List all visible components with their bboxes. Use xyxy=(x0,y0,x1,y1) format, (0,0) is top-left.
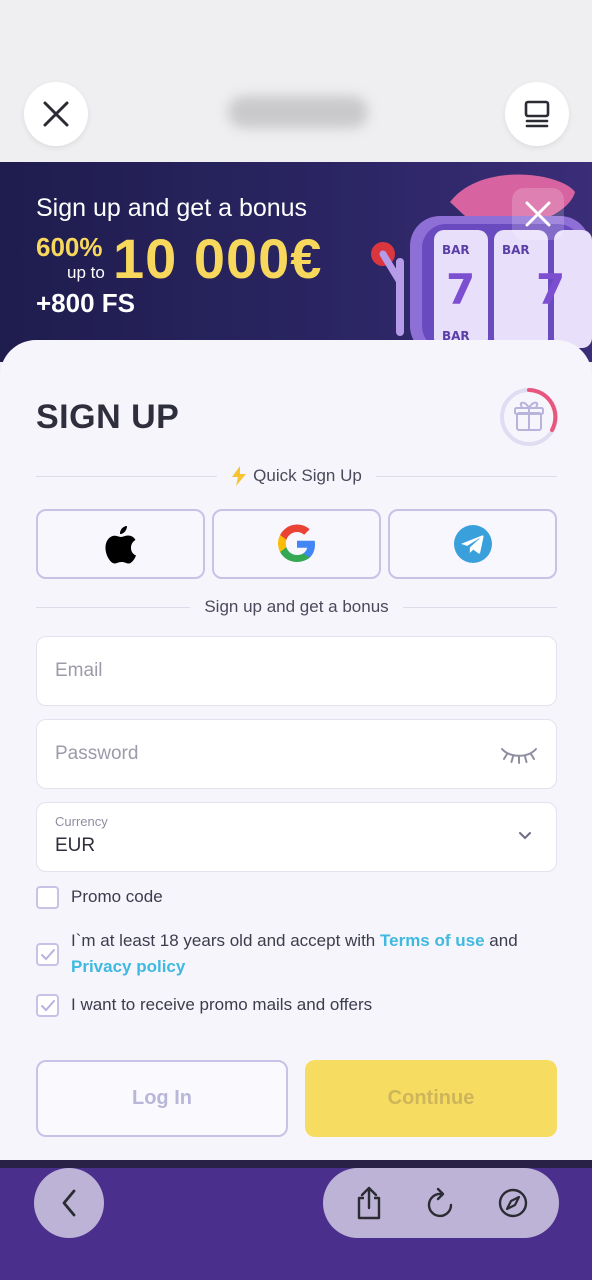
close-icon xyxy=(43,101,69,127)
terms-of-use-link[interactable]: Terms of use xyxy=(380,931,485,950)
toolbar-edge xyxy=(0,1160,592,1168)
divider-line xyxy=(36,475,218,477)
page-title: SIGN UP xyxy=(36,398,180,436)
checkmark-icon xyxy=(40,999,55,1011)
banner-title: Sign up and get a bonus xyxy=(36,194,308,222)
apple-login-button[interactable] xyxy=(36,509,205,579)
reload-icon xyxy=(427,1187,453,1218)
hidden-eye-icon[interactable] xyxy=(500,744,538,764)
bonus-divider-label: Sign up and get a bonus xyxy=(204,597,389,616)
social-login-row xyxy=(36,509,557,579)
telegram-login-button[interactable] xyxy=(388,509,557,579)
checkmark-icon xyxy=(40,948,55,960)
signup-card: SIGN UP Quick Sign Up Sign up and get a … xyxy=(0,340,592,1160)
svg-text:7: 7 xyxy=(536,265,565,314)
currency-value: EUR xyxy=(55,835,96,856)
back-button[interactable] xyxy=(34,1168,104,1238)
age-consent-text-1: I`m at least 18 years old and accept wit… xyxy=(71,931,380,950)
privacy-policy-link[interactable]: Privacy policy xyxy=(71,957,185,976)
age-consent-checkbox[interactable] xyxy=(36,943,59,966)
quick-signup-label-wrap: Quick Sign Up xyxy=(217,466,376,486)
bonus-divider: Sign up and get a bonus xyxy=(36,597,558,617)
close-icon xyxy=(525,201,551,227)
share-button[interactable] xyxy=(347,1181,391,1225)
tabs-icon xyxy=(524,100,550,128)
password-placeholder: Password xyxy=(55,743,139,764)
age-consent-and: and xyxy=(484,931,518,950)
free-spins: +800 FS xyxy=(36,288,136,318)
promo-mails-row: I want to receive promo mails and offers xyxy=(36,994,557,1018)
quick-signup-divider: Quick Sign Up xyxy=(36,466,558,486)
back-icon xyxy=(62,1189,76,1217)
age-consent-row: I`m at least 18 years old and accept wit… xyxy=(36,928,557,980)
currency-label: Currency xyxy=(55,814,108,829)
bonus-amount: 10 000€ xyxy=(113,227,323,290)
browser-top-bar xyxy=(0,0,592,162)
bonus-up-to: up to xyxy=(67,263,105,282)
continue-button[interactable]: Continue xyxy=(305,1060,557,1137)
divider-line xyxy=(402,606,558,608)
compass-button[interactable] xyxy=(491,1181,535,1225)
google-login-button[interactable] xyxy=(212,509,381,579)
login-button[interactable]: Log In xyxy=(36,1060,288,1137)
bonus-banner: Sign up and get a bonus 600% up to 10 00… xyxy=(0,162,592,362)
apple-icon xyxy=(105,526,136,564)
password-field[interactable]: Password xyxy=(36,719,557,789)
promo-mails-checkbox[interactable] xyxy=(36,994,59,1017)
promo-mails-label[interactable]: I want to receive promo mails and offers xyxy=(71,992,372,1018)
browser-bottom-toolbar xyxy=(0,1160,592,1280)
svg-text:BAR: BAR xyxy=(502,243,530,257)
promo-code-row: Promo code xyxy=(36,886,557,910)
promo-code-label[interactable]: Promo code xyxy=(71,884,163,910)
lightning-icon xyxy=(232,466,247,486)
reload-button[interactable] xyxy=(419,1181,463,1225)
banner-close-button[interactable] xyxy=(512,188,564,240)
promo-code-checkbox[interactable] xyxy=(36,886,59,909)
bonus-percent: 600% xyxy=(36,232,103,262)
close-browser-button[interactable] xyxy=(24,82,88,146)
age-consent-text: I`m at least 18 years old and accept wit… xyxy=(71,928,518,980)
email-placeholder: Email xyxy=(55,660,103,681)
tabs-button[interactable] xyxy=(505,82,569,146)
compass-icon xyxy=(498,1188,528,1218)
divider-line xyxy=(36,606,191,608)
blurred-url[interactable] xyxy=(228,96,368,128)
share-icon xyxy=(357,1186,381,1220)
divider-line xyxy=(375,475,558,477)
chevron-down-icon xyxy=(519,832,531,840)
telegram-icon xyxy=(453,525,492,563)
email-field[interactable]: Email xyxy=(36,636,557,706)
gift-progress-icon[interactable] xyxy=(498,386,560,448)
quick-signup-label: Quick Sign Up xyxy=(253,466,362,485)
currency-select[interactable]: Currency EUR xyxy=(36,802,557,872)
svg-text:BAR: BAR xyxy=(442,243,470,257)
svg-text:7: 7 xyxy=(446,265,475,314)
browser-tools xyxy=(323,1168,559,1238)
google-icon xyxy=(277,524,315,562)
